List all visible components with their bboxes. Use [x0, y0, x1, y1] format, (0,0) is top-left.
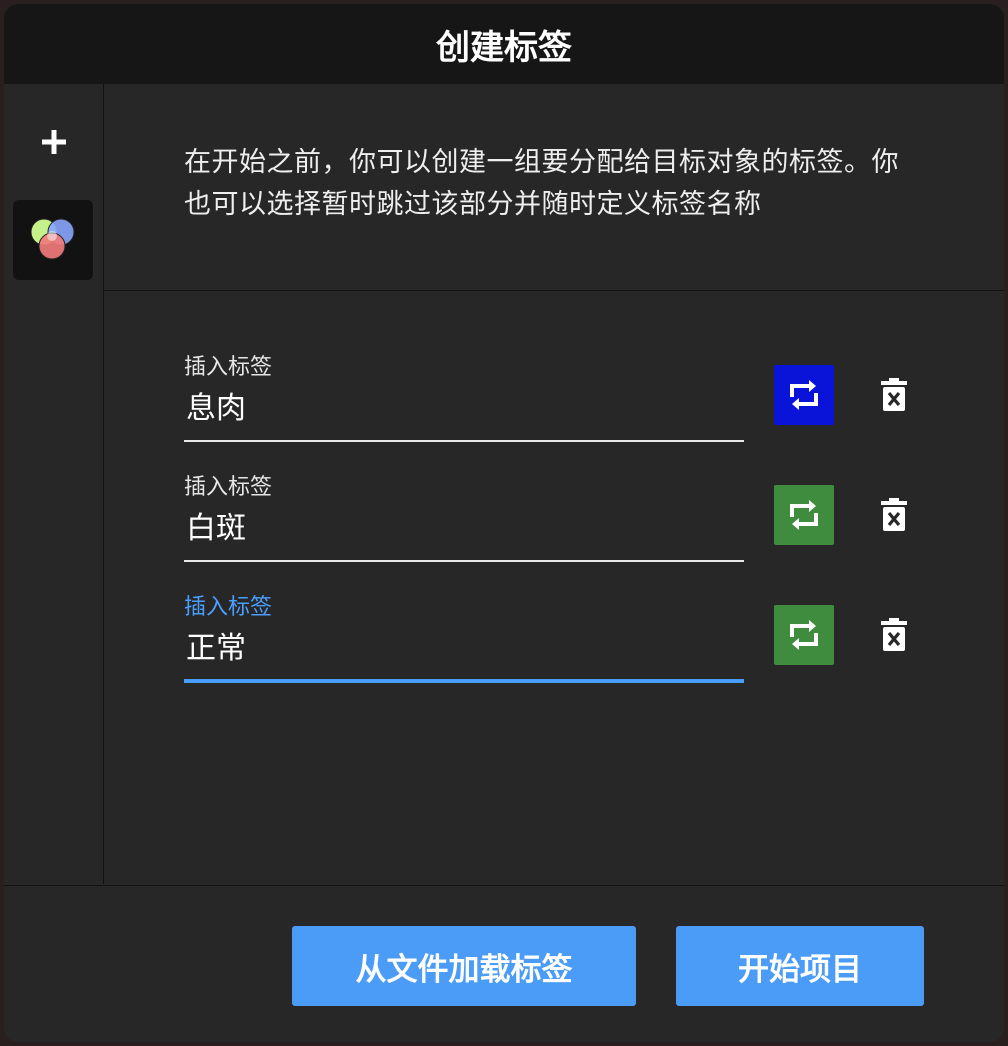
add-label-button[interactable]: [32, 120, 76, 164]
delete-label-button[interactable]: [874, 365, 914, 425]
label-input[interactable]: [184, 621, 744, 669]
plus-icon: [42, 130, 66, 154]
swap-label-button[interactable]: [774, 605, 834, 665]
dialog-title: 创建标签: [4, 4, 1004, 84]
swap-arrows-icon: [790, 620, 818, 650]
load-labels-from-file-button[interactable]: 从文件加载标签: [292, 926, 636, 1006]
label-field: 插入标签: [184, 349, 744, 443]
field-label: 插入标签: [184, 595, 273, 620]
label-field: 插入标签: [184, 589, 744, 683]
sidebar: [4, 84, 104, 884]
field-label: 插入标签: [184, 355, 273, 380]
intro-text: 在开始之前，你可以创建一组要分配给目标对象的标签。你也可以选择暂时跳过该部分并随…: [184, 147, 899, 220]
start-project-button[interactable]: 开始项目: [676, 926, 924, 1006]
field-label: 插入标签: [184, 475, 273, 500]
field-underline: [184, 679, 744, 683]
label-field: 插入标签: [184, 469, 744, 563]
field-underline: [184, 560, 744, 562]
trash-icon: [881, 378, 907, 411]
swap-label-button[interactable]: [774, 365, 834, 425]
swap-arrows-icon: [790, 380, 818, 410]
label-input[interactable]: [184, 501, 744, 549]
trash-icon: [881, 498, 907, 531]
intro-section: 在开始之前，你可以创建一组要分配给目标对象的标签。你也可以选择暂时跳过该部分并随…: [104, 84, 1004, 291]
dialog-footer: 从文件加载标签 开始项目: [4, 885, 1004, 1042]
label-list: 插入标签 插入标签: [104, 291, 1004, 885]
swap-label-button[interactable]: [774, 485, 834, 545]
label-input[interactable]: [184, 381, 744, 429]
create-labels-dialog: 创建标签 在开始之前，你可以创建一组要分配给目标对象的标签。你也可以选择暂时跳过…: [4, 4, 1004, 1042]
swap-arrows-icon: [790, 500, 818, 530]
labels-mode-button[interactable]: [13, 200, 93, 280]
field-underline: [184, 440, 744, 442]
trash-icon: [881, 618, 907, 651]
delete-label-button[interactable]: [874, 485, 914, 545]
color-circles-icon: [30, 218, 75, 260]
delete-label-button[interactable]: [874, 605, 914, 665]
